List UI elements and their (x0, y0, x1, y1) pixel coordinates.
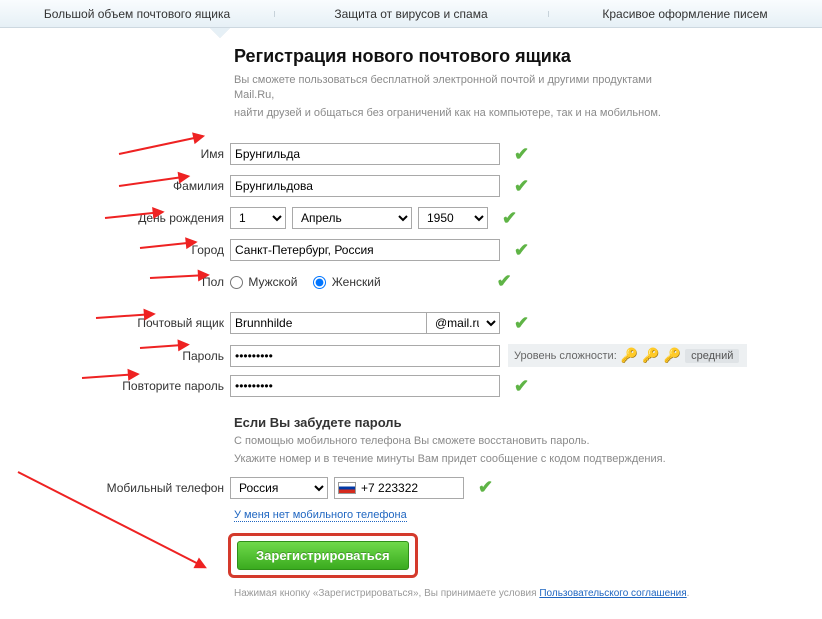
check-icon: ✔ (478, 477, 493, 498)
register-button[interactable]: Зарегистрироваться (237, 541, 409, 570)
label-gender: Пол (0, 275, 230, 289)
mailbox-domain-select[interactable]: @mail.ru (426, 312, 500, 334)
gender-male-radio[interactable] (230, 276, 243, 289)
topbar: Большой объем почтового ящика Защита от … (0, 0, 822, 28)
dob-month-select[interactable]: Апрель (292, 207, 412, 229)
forgot-heading: Если Вы забудете пароль (234, 415, 822, 430)
password-strength-meter: Уровень сложности: 🔑 🔑 🔑 средний (508, 344, 747, 367)
terms-text: Нажимая кнопку «Зарегистрироваться», Вы … (234, 588, 822, 599)
gender-male-option[interactable]: Мужской (230, 275, 297, 289)
label-phone: Мобильный телефон (0, 481, 230, 495)
check-icon: ✔ (514, 144, 529, 165)
first-name-input[interactable] (230, 143, 500, 165)
flag-ru-icon (338, 482, 356, 494)
label-mailbox: Почтовый ящик (0, 316, 230, 330)
key-icon: 🔑 (621, 347, 638, 364)
password-confirm-input[interactable] (230, 375, 500, 397)
label-last-name: Фамилия (0, 179, 230, 193)
intro-line-1: Вы сможете пользоваться бесплатной элект… (234, 73, 694, 104)
strength-value: средний (685, 349, 739, 363)
gender-female-label: Женский (332, 275, 381, 289)
forgot-text-2: Укажите номер и в течение минуты Вам при… (234, 452, 694, 467)
key-icon: 🔑 (642, 347, 659, 364)
top-tab-design[interactable]: Красивое оформление писем (548, 7, 822, 21)
top-tab-volume[interactable]: Большой объем почтового ящика (0, 7, 274, 21)
label-dob: День рождения (0, 211, 230, 225)
password-input[interactable] (230, 345, 500, 367)
gender-female-radio[interactable] (313, 276, 326, 289)
check-icon: ✔ (514, 240, 529, 261)
check-icon: ✔ (502, 208, 517, 229)
key-icon: 🔑 (664, 347, 681, 364)
check-icon: ✔ (497, 271, 512, 292)
register-button-highlight: Зарегистрироваться (228, 533, 418, 578)
page-title: Регистрация нового почтового ящика (234, 46, 822, 67)
dob-day-select[interactable]: 1 (230, 207, 286, 229)
gender-male-label: Мужской (248, 275, 297, 289)
label-password2: Повторите пароль (0, 379, 230, 393)
city-input[interactable] (230, 239, 500, 261)
terms-link[interactable]: Пользовательского соглашения (539, 588, 686, 599)
label-password: Пароль (0, 349, 230, 363)
no-phone-link[interactable]: У меня нет мобильного телефона (234, 509, 407, 522)
phone-country-select[interactable]: Россия (230, 477, 328, 499)
check-icon: ✔ (514, 313, 529, 334)
gender-female-option[interactable]: Женский (313, 275, 380, 289)
check-icon: ✔ (514, 176, 529, 197)
mailbox-input[interactable] (230, 312, 426, 334)
last-name-input[interactable] (230, 175, 500, 197)
top-tab-protect[interactable]: Защита от вирусов и спама (274, 7, 548, 21)
dob-year-select[interactable]: 1950 (418, 207, 488, 229)
strength-label: Уровень сложности: (514, 350, 617, 362)
forgot-text-1: С помощью мобильного телефона Вы сможете… (234, 434, 694, 449)
intro-line-2: найти друзей и общаться без ограничений … (234, 106, 694, 121)
label-first-name: Имя (0, 147, 230, 161)
check-icon: ✔ (514, 376, 529, 397)
